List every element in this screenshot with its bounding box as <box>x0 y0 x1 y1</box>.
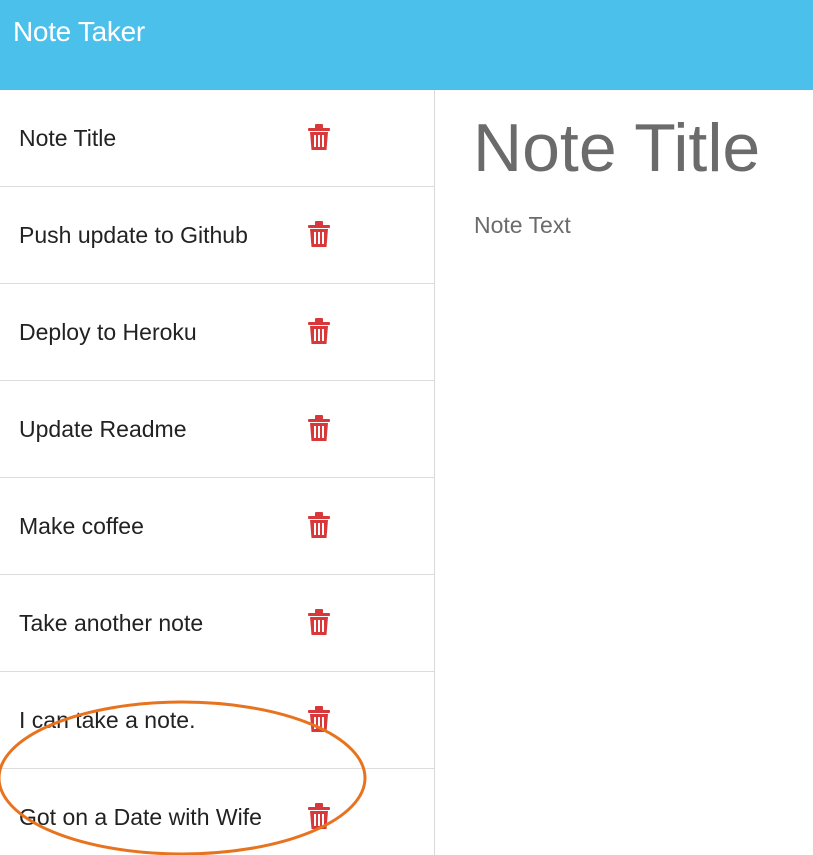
note-item-title[interactable]: Take another note <box>19 608 203 638</box>
app-window: Note Taker Note Title Push update to Git… <box>0 0 813 855</box>
list-item[interactable]: I can take a note. <box>0 672 434 769</box>
note-item-title[interactable]: Note Title <box>19 123 116 153</box>
note-list: Note Title Push update to Github Deploy … <box>0 90 434 855</box>
trash-icon[interactable] <box>307 706 331 733</box>
trash-icon[interactable] <box>307 512 331 539</box>
brand-link[interactable]: Note Taker <box>13 15 145 49</box>
list-item[interactable]: Deploy to Heroku <box>0 284 434 381</box>
trash-icon[interactable] <box>307 318 331 345</box>
trash-icon[interactable] <box>307 415 331 442</box>
trash-icon[interactable] <box>307 221 331 248</box>
trash-icon[interactable] <box>307 609 331 636</box>
note-item-title[interactable]: Update Readme <box>19 414 187 444</box>
note-item-title[interactable]: Deploy to Heroku <box>19 317 197 347</box>
note-editor <box>435 90 813 855</box>
list-item[interactable]: Got on a Date with Wife <box>0 769 434 855</box>
list-item[interactable]: Make coffee <box>0 478 434 575</box>
note-title-input[interactable] <box>473 108 803 188</box>
note-item-title[interactable]: I can take a note. <box>19 705 195 735</box>
note-list-sidebar[interactable]: Note Title Push update to Github Deploy … <box>0 90 435 855</box>
list-item[interactable]: Update Readme <box>0 381 434 478</box>
note-item-title[interactable]: Make coffee <box>19 511 144 541</box>
list-item[interactable]: Take another note <box>0 575 434 672</box>
trash-icon[interactable] <box>307 124 331 151</box>
trash-icon[interactable] <box>307 803 331 830</box>
note-item-title[interactable]: Got on a Date with Wife <box>19 802 262 832</box>
note-text-input[interactable] <box>474 210 804 810</box>
list-item[interactable]: Push update to Github <box>0 187 434 284</box>
navbar: Note Taker <box>0 0 813 90</box>
list-item[interactable]: Note Title <box>0 90 434 187</box>
note-item-title[interactable]: Push update to Github <box>19 220 248 250</box>
